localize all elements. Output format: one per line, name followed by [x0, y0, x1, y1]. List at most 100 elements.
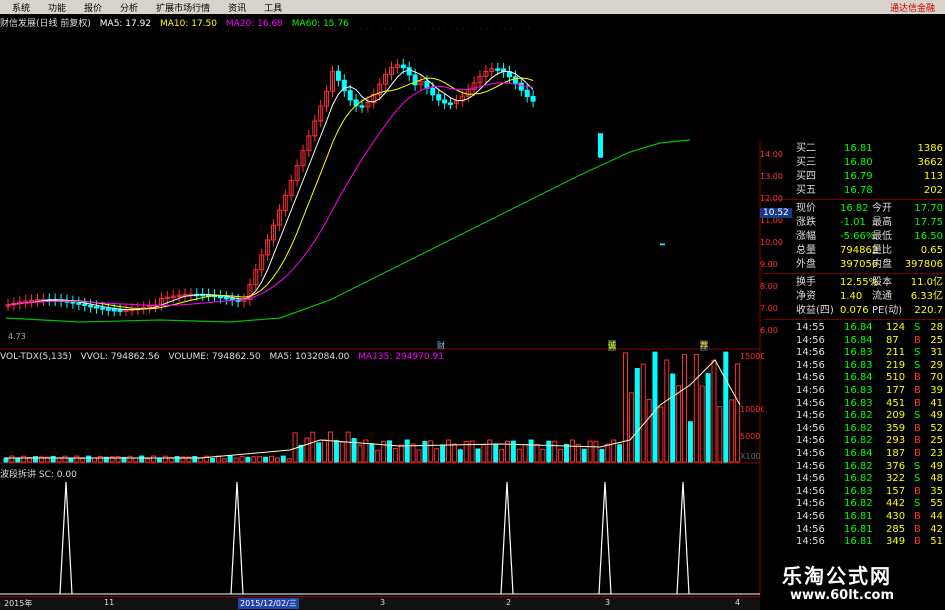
stat-row[interactable]: 总量 794862 量比 0.65 — [764, 244, 945, 258]
volume-bar — [9, 455, 15, 463]
volume-bar — [387, 440, 392, 463]
candle-body — [442, 99, 448, 104]
stat-value: 16.82 — [840, 203, 869, 214]
volume-bar — [481, 444, 487, 463]
bid-volume: 1386 — [917, 143, 943, 154]
stat-row[interactable]: 净资 1.40 流通 6.33亿 — [764, 290, 945, 304]
stat-value: 397806 — [904, 259, 943, 270]
stat-key: 最低 — [872, 231, 892, 242]
candle-body — [518, 82, 524, 91]
vol-tick: 15000 — [740, 352, 766, 361]
vol-tick: 10000 — [740, 405, 766, 414]
candle-body — [406, 67, 412, 76]
volume-bar — [269, 455, 274, 463]
volume-bar — [280, 455, 286, 463]
volume-bar — [357, 444, 363, 463]
date-year: 2015年 — [4, 599, 33, 608]
volume-bar — [145, 458, 151, 463]
stat-value: 17.75 — [914, 217, 943, 228]
marker-cai: 财 — [437, 341, 445, 350]
volume-bar — [711, 359, 717, 463]
volume-bar — [599, 449, 605, 463]
date-tick: 2 — [506, 598, 512, 607]
volume-bar — [74, 455, 80, 463]
volume-bar — [3, 458, 9, 463]
volume-bar — [493, 443, 499, 463]
volume-bar — [345, 431, 351, 463]
stat-row[interactable]: 换手 12.55% 股本 11.0亿 — [764, 276, 945, 290]
bid-row[interactable]: 买三 16.80 3662 — [764, 156, 945, 170]
stat-key: 涨跌 — [796, 217, 816, 228]
volume-bar — [516, 448, 522, 463]
candle-body — [359, 105, 365, 108]
price-tick: 14.00 — [760, 150, 783, 159]
candle-body — [105, 308, 111, 311]
stat-row[interactable]: 外盘 397056 内盘 397806 — [764, 258, 945, 272]
date-cursor: 2015/12/02/三 — [238, 598, 299, 609]
candle-body — [223, 296, 229, 300]
stat-key: 外盘 — [796, 259, 816, 270]
marker-jian: 荐 — [700, 340, 708, 351]
candlestick-series — [5, 58, 665, 317]
ma60-line — [5, 139, 691, 323]
volume-bar — [298, 444, 304, 463]
marker-cheng: 诚 — [608, 340, 616, 351]
watermark-title: 乐淘公式网 — [782, 564, 892, 588]
tick-time: 14:56 — [796, 536, 825, 548]
stat-key: PE(动) — [872, 305, 903, 316]
vol-ma135-label: MA135: 294970.91 — [358, 352, 444, 362]
price-tick: 7.00 — [760, 304, 778, 313]
indicator-peak — [230, 481, 244, 595]
volume-bar — [446, 439, 451, 463]
bid-price: 16.81 — [844, 143, 873, 154]
candle-body — [347, 90, 353, 101]
vvol-label: VVOL: 794862.56 — [80, 352, 160, 362]
indicator-peaks — [0, 481, 760, 595]
volume-bar — [410, 443, 416, 463]
date-tick: 3 — [605, 598, 611, 607]
volume-bar — [676, 385, 682, 463]
bid-row[interactable]: 买四 16.79 113 — [764, 170, 945, 184]
indicator-peak — [500, 481, 514, 595]
volume-bar — [558, 448, 564, 463]
indicator-peak — [676, 481, 690, 595]
bid-row[interactable]: 买五 16.78 202 — [764, 184, 945, 198]
volume-bar — [257, 456, 263, 463]
tick-row[interactable]: 14:56 16.81 349 B 51 — [764, 535, 945, 549]
volume-bar — [457, 449, 463, 463]
bid-volume: 3662 — [917, 157, 943, 168]
indicator-peak — [598, 481, 612, 595]
watermark-url: www.60lt.com — [790, 588, 895, 603]
bid-row[interactable]: 买二 16.81 1386 — [764, 142, 945, 156]
candle-body — [400, 64, 406, 69]
volume-bar — [552, 440, 558, 463]
volume-bar — [50, 455, 56, 463]
price-tick: 10.00 — [760, 238, 783, 247]
ma-line — [7, 69, 534, 311]
vol-unit: X100 — [740, 452, 761, 461]
volume-bar — [192, 455, 198, 463]
volume-bar — [156, 457, 162, 463]
stat-row[interactable]: 涨跌 -1.01 最高 17.75 — [764, 216, 945, 230]
volume-bar — [221, 458, 227, 463]
bid-level: 买三 — [796, 157, 816, 168]
volume-bar — [127, 455, 133, 463]
volume-bar — [133, 457, 139, 463]
bid-price: 16.79 — [844, 171, 873, 182]
date-tick: 3 — [380, 598, 386, 607]
volume-bar — [392, 448, 398, 463]
stat-row[interactable]: 涨幅 -5.66% 最低 16.50 — [764, 230, 945, 244]
volume-bar — [687, 421, 693, 463]
volume-bar — [274, 457, 280, 463]
volume-bar — [564, 443, 569, 463]
volume-bar — [333, 440, 339, 463]
volume-bar — [286, 458, 292, 463]
bid-level: 买二 — [796, 143, 816, 154]
date-axis[interactable]: 2015年 11 2015/12/02/三 3 2 3 4 — [0, 596, 760, 610]
candle-body — [598, 133, 603, 158]
stat-key: 内盘 — [872, 259, 892, 270]
date-tick: 11 — [104, 598, 115, 607]
candle-body — [99, 307, 105, 310]
date-tick: 4 — [735, 598, 741, 607]
stat-row[interactable]: 收益(四) 0.076 PE(动) 220.7 — [764, 304, 945, 318]
